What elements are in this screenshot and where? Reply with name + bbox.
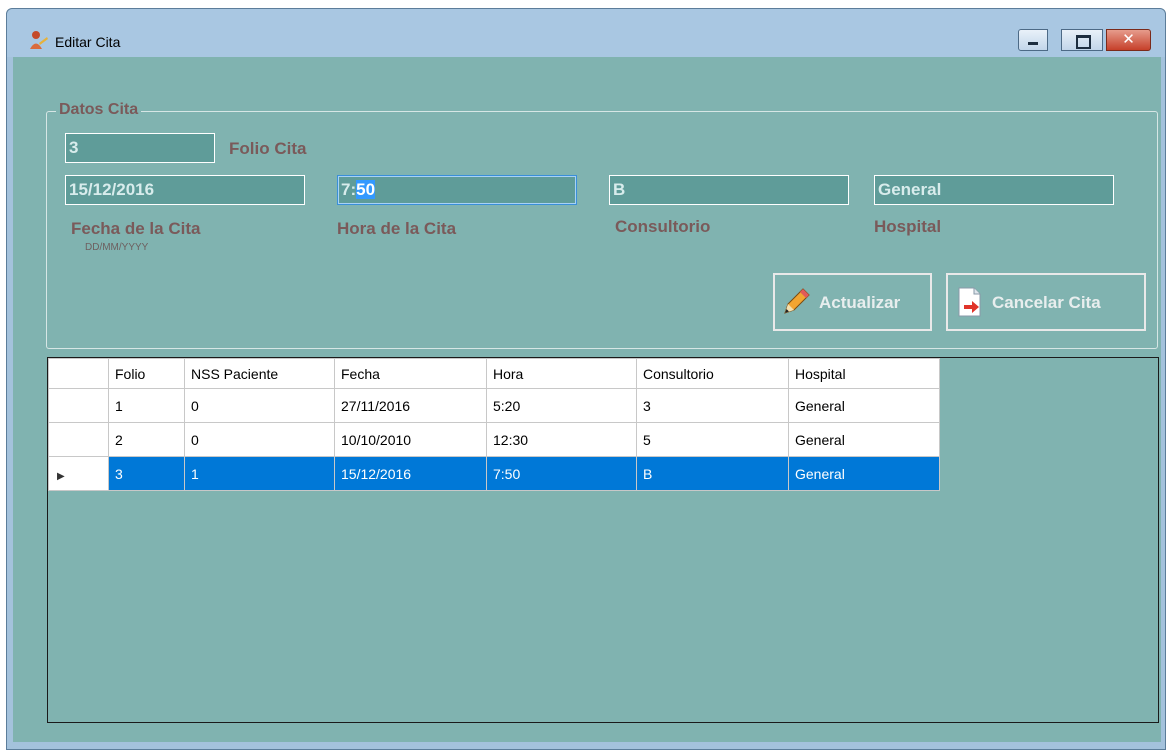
column-header-nss[interactable]: NSS Paciente [184,358,335,389]
hora-label: Hora de la Cita [337,219,457,238]
cell-hospital[interactable]: General [788,388,940,423]
column-header-consultorio[interactable]: Consultorio [636,358,789,389]
cell-nss[interactable]: 1 [184,456,335,491]
column-header-hora[interactable]: Hora [486,358,637,389]
cell-consultorio[interactable]: 5 [636,422,789,457]
minimize-button[interactable] [1018,29,1048,51]
appointments-table: Folio NSS Paciente Fecha Hora Consultori… [48,358,940,491]
cancelar-cita-button[interactable]: Cancelar Cita [946,273,1146,331]
hospital-input[interactable]: General [874,175,1114,205]
close-icon: ✕ [1122,31,1135,48]
table-row[interactable]: 1 0 27/11/2016 5:20 3 General [48,388,940,423]
table-row-selected[interactable]: ▶ 3 1 15/12/2016 7:50 B General [48,456,940,491]
cell-folio[interactable]: 2 [108,422,185,457]
document-cancel-icon [958,287,981,317]
appointments-grid[interactable]: Folio NSS Paciente Fecha Hora Consultori… [47,357,1159,723]
cell-hora[interactable]: 12:30 [486,422,637,457]
hora-input-selection: 50 [356,180,376,199]
cell-consultorio[interactable]: B [636,456,789,491]
row-header-current[interactable]: ▶ [48,456,109,491]
fecha-label: Fecha de la Cita [71,219,201,238]
groupbox-legend: Datos Cita [56,101,142,119]
column-header-fecha[interactable]: Fecha [334,358,487,389]
cell-nss[interactable]: 0 [184,422,335,457]
cell-hospital[interactable]: General [788,456,940,491]
cell-consultorio[interactable]: 3 [636,388,789,423]
hora-input-text: 7: [341,180,357,199]
row-header[interactable] [48,388,109,423]
folio-label: Folio Cita [229,139,307,158]
close-button[interactable]: ✕ [1106,29,1151,51]
actualizar-button[interactable]: Actualizar [773,273,932,331]
hospital-label: Hospital [874,217,942,236]
cancelar-cita-label: Cancelar Cita [992,293,1101,312]
grid-header-row: Folio NSS Paciente Fecha Hora Consultori… [48,358,940,389]
maximize-icon [1062,30,1102,50]
cell-fecha[interactable]: 15/12/2016 [334,456,487,491]
row-header-corner [48,358,109,389]
column-header-hospital[interactable]: Hospital [788,358,940,389]
current-row-indicator-icon: ▶ [57,470,65,482]
form-client-area: Datos Cita 3 Folio Cita 15/12/2016 Fecha… [13,57,1161,742]
consultorio-input[interactable]: B [609,175,849,205]
minimize-icon [1019,30,1047,50]
cell-fecha[interactable]: 10/10/2010 [334,422,487,457]
app-icon [30,31,48,49]
folio-input[interactable]: 3 [65,133,215,163]
window-title: Editar Cita [55,34,121,50]
actualizar-label: Actualizar [819,293,901,312]
cell-folio[interactable]: 3 [108,456,185,491]
title-bar[interactable]: Editar Cita ✕ [7,9,1165,57]
cell-nss[interactable]: 0 [184,388,335,423]
maximize-button[interactable] [1061,29,1103,51]
cell-hora[interactable]: 5:20 [486,388,637,423]
cell-folio[interactable]: 1 [108,388,185,423]
column-header-folio[interactable]: Folio [108,358,185,389]
pencil-icon [784,288,810,314]
table-row[interactable]: 2 0 10/10/2010 12:30 5 General [48,422,940,457]
row-header[interactable] [48,422,109,457]
fecha-input[interactable]: 15/12/2016 [65,175,305,205]
fecha-format-hint: DD/MM/YYYY [85,242,149,253]
cell-hora[interactable]: 7:50 [486,456,637,491]
edit-appointment-window: Editar Cita ✕ Datos Cita 3 Folio Cita 15… [6,8,1166,750]
consultorio-label: Consultorio [615,217,711,236]
hora-input[interactable]: 7:50 [337,175,577,205]
cell-hospital[interactable]: General [788,422,940,457]
cell-fecha[interactable]: 27/11/2016 [334,388,487,423]
